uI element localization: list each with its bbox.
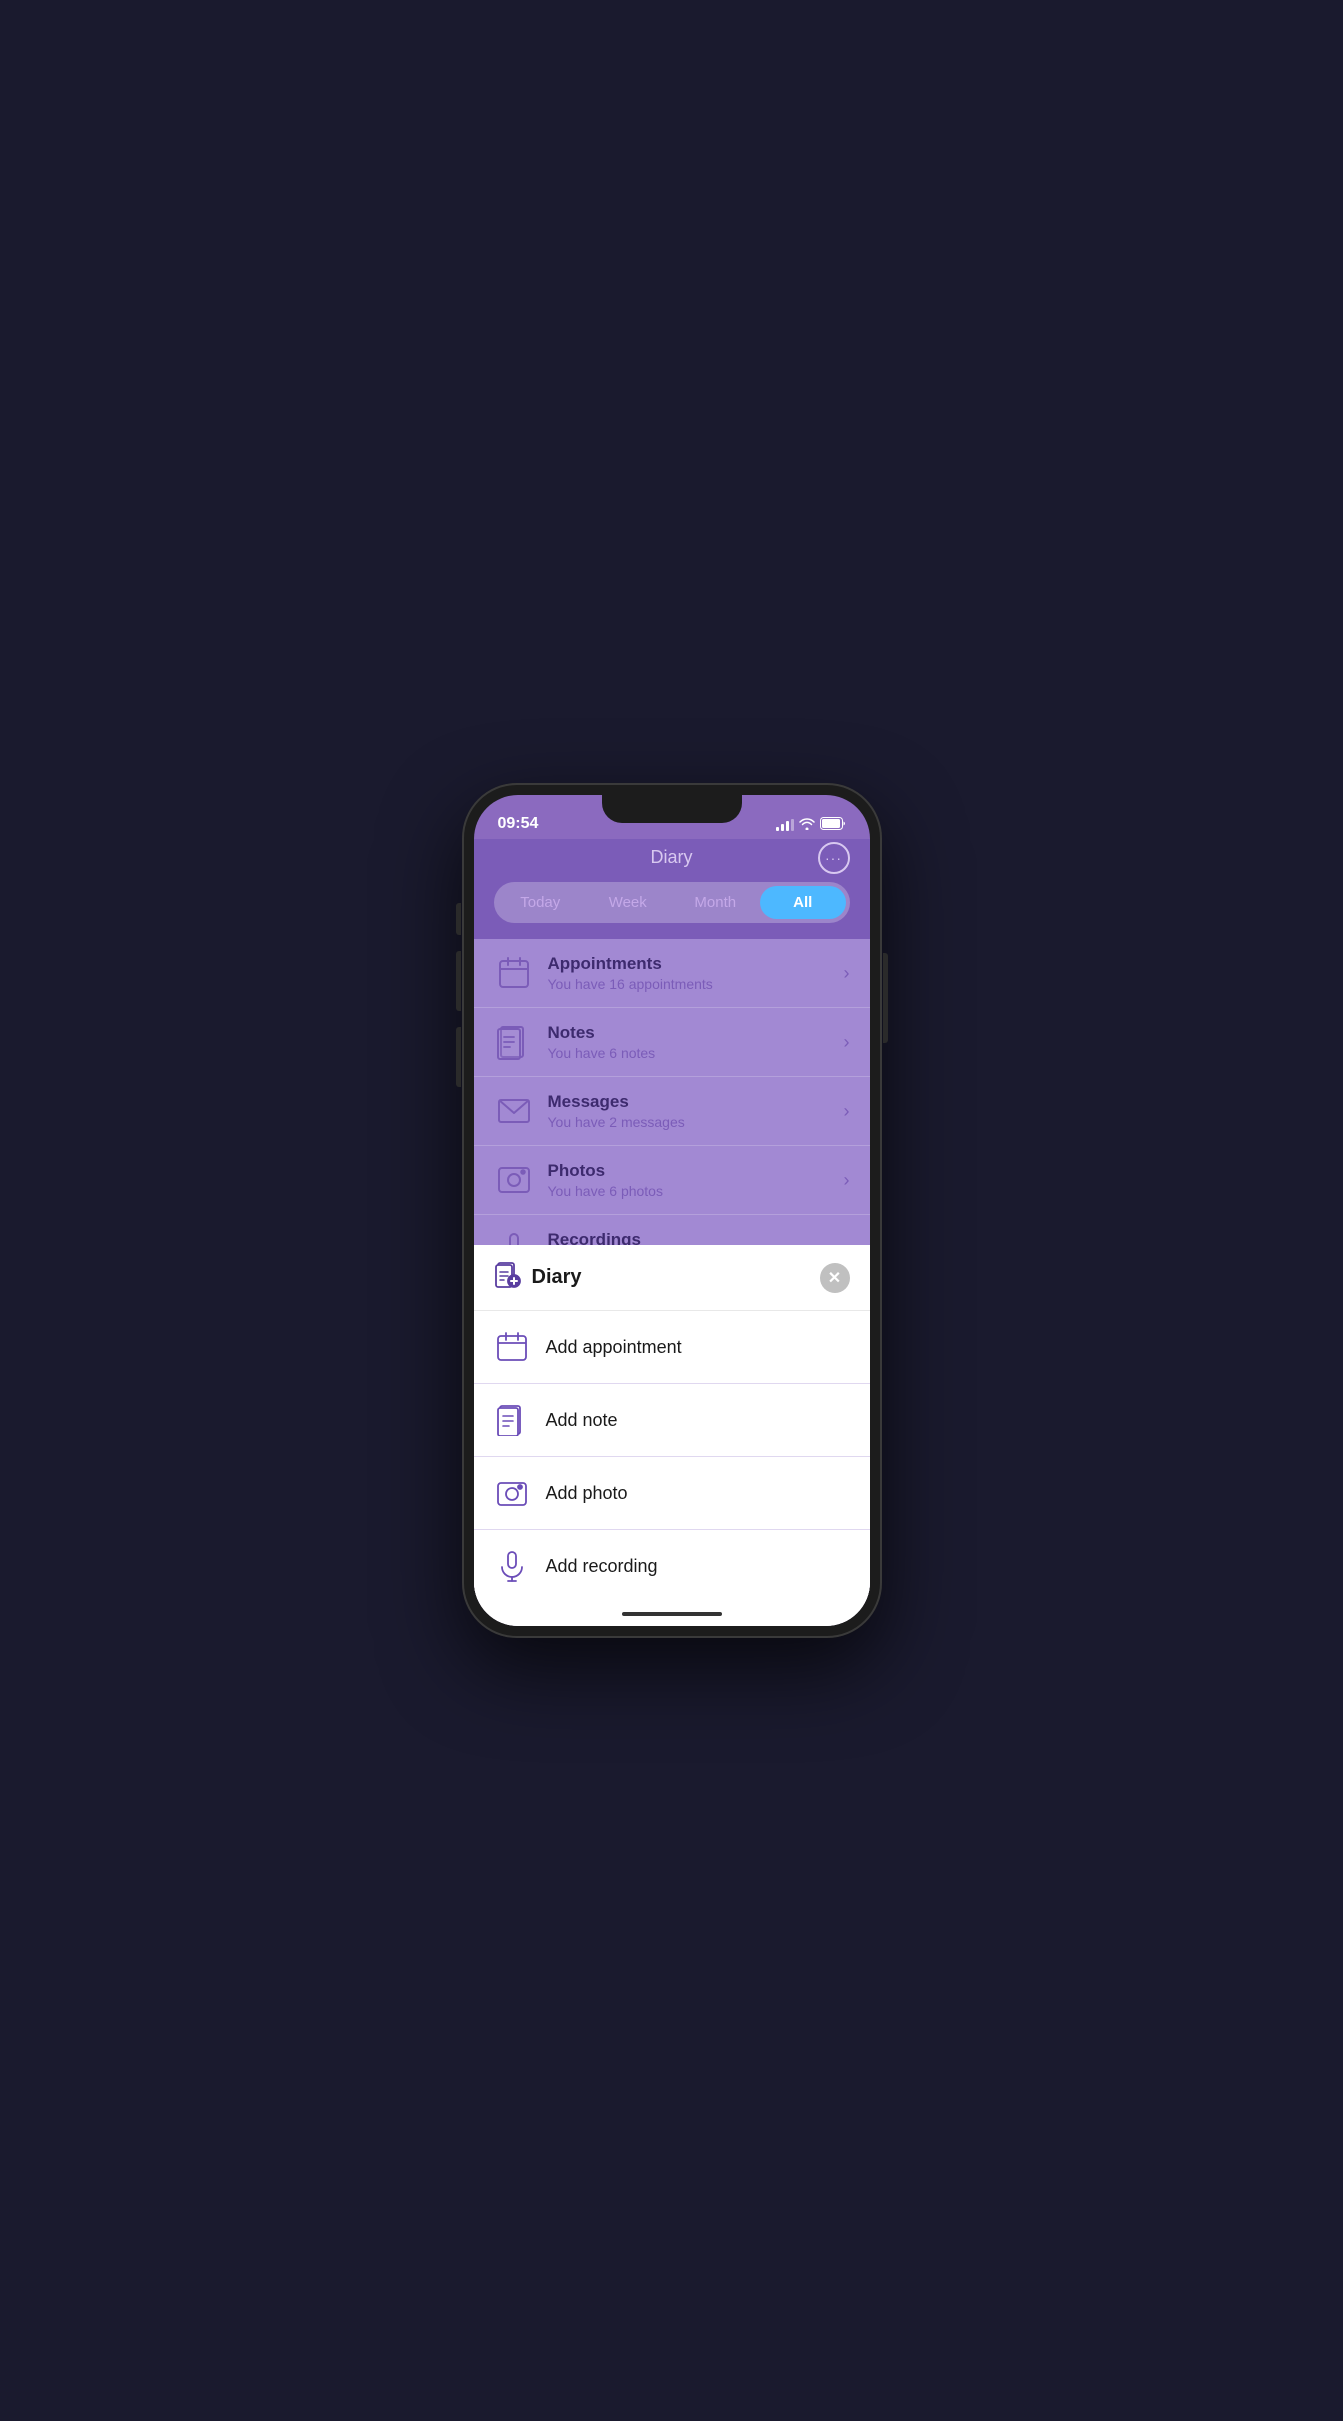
add-appointment-icon: [494, 1329, 530, 1365]
more-icon: ···: [825, 851, 842, 865]
side-button-volume-down: [456, 1027, 461, 1087]
sheet-title-group: Diary: [494, 1261, 582, 1294]
add-appointment-label: Add appointment: [546, 1337, 682, 1358]
appointments-title: Appointments: [548, 954, 844, 974]
recordings-icon: [494, 1229, 534, 1245]
list-item-recordings[interactable]: Recordings You have 2 recordings ›: [474, 1215, 870, 1245]
appointments-text: Appointments You have 16 appointments: [548, 954, 844, 992]
notes-chevron: ›: [844, 1032, 850, 1053]
notes-text: Notes You have 6 notes: [548, 1023, 844, 1061]
tab-week[interactable]: Week: [585, 886, 671, 919]
app-header: Diary ··· Today Week Month All: [474, 839, 870, 939]
side-button-mute: [456, 903, 461, 935]
sheet-items: Add appointment Add note: [474, 1311, 870, 1602]
side-button-volume-up: [456, 951, 461, 1011]
tab-bar: Today Week Month All: [494, 882, 850, 923]
status-icons: [776, 817, 846, 833]
add-photo-item[interactable]: Add photo: [474, 1457, 870, 1530]
sheet-title: Diary: [532, 1266, 582, 1289]
signal-icon: [776, 819, 794, 831]
add-recording-icon: [494, 1548, 530, 1584]
main-content: Appointments You have 16 appointments ›: [474, 939, 870, 1245]
more-button[interactable]: ···: [818, 842, 850, 874]
photos-chevron: ›: [844, 1170, 850, 1191]
recordings-text: Recordings You have 2 recordings: [548, 1230, 844, 1245]
recordings-title: Recordings: [548, 1230, 844, 1245]
appointments-chevron: ›: [844, 963, 850, 984]
add-note-icon: [494, 1402, 530, 1438]
home-indicator: [474, 1602, 870, 1626]
photos-text: Photos You have 6 photos: [548, 1161, 844, 1199]
messages-subtitle: You have 2 messages: [548, 1114, 844, 1130]
notch: [602, 795, 742, 823]
messages-title: Messages: [548, 1092, 844, 1112]
add-note-item[interactable]: Add note: [474, 1384, 870, 1457]
wifi-icon: [799, 818, 815, 833]
list-item-notes[interactable]: Notes You have 6 notes ›: [474, 1008, 870, 1077]
side-button-power: [883, 953, 888, 1043]
sheet-diary-icon: [494, 1261, 522, 1294]
app-title: Diary: [650, 847, 692, 868]
messages-icon: [494, 1091, 534, 1131]
status-time: 09:54: [498, 815, 539, 833]
photos-title: Photos: [548, 1161, 844, 1181]
close-icon: ✕: [828, 1268, 841, 1288]
add-note-label: Add note: [546, 1410, 618, 1431]
phone-frame: 09:54: [462, 783, 882, 1638]
messages-chevron: ›: [844, 1101, 850, 1122]
sheet-header: Diary ✕: [474, 1245, 870, 1311]
notes-icon: [494, 1022, 534, 1062]
header-title-row: Diary ···: [494, 847, 850, 868]
photos-subtitle: You have 6 photos: [548, 1183, 844, 1199]
appointments-icon: [494, 953, 534, 993]
add-recording-label: Add recording: [546, 1556, 658, 1577]
tab-all[interactable]: All: [760, 886, 846, 919]
appointments-subtitle: You have 16 appointments: [548, 976, 844, 992]
list-item-messages[interactable]: Messages You have 2 messages ›: [474, 1077, 870, 1146]
phone-screen: 09:54: [474, 795, 870, 1626]
add-appointment-item[interactable]: Add appointment: [474, 1311, 870, 1384]
tab-month[interactable]: Month: [673, 886, 759, 919]
messages-text: Messages You have 2 messages: [548, 1092, 844, 1130]
notes-subtitle: You have 6 notes: [548, 1045, 844, 1061]
add-recording-item[interactable]: Add recording: [474, 1530, 870, 1602]
battery-icon: [820, 817, 846, 833]
add-photo-label: Add photo: [546, 1483, 628, 1504]
photos-icon: [494, 1160, 534, 1200]
bottom-sheet: Diary ✕: [474, 1245, 870, 1626]
list-item-appointments[interactable]: Appointments You have 16 appointments ›: [474, 939, 870, 1008]
tab-today[interactable]: Today: [498, 886, 584, 919]
notes-title: Notes: [548, 1023, 844, 1043]
list-item-photos[interactable]: Photos You have 6 photos ›: [474, 1146, 870, 1215]
close-button[interactable]: ✕: [820, 1263, 850, 1293]
home-bar: [622, 1612, 722, 1616]
add-photo-icon: [494, 1475, 530, 1511]
